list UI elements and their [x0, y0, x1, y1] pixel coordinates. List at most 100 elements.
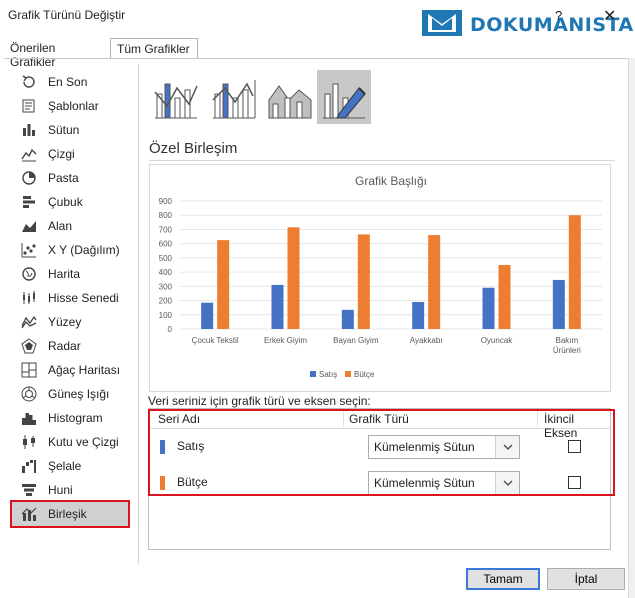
series-instruction: Veri seriniz için grafik türü ve eksen s…	[148, 394, 371, 408]
chevron-down-icon[interactable]	[495, 472, 519, 494]
stock-chart-icon	[20, 290, 38, 306]
bar-satis	[552, 279, 565, 329]
sidebar-item-line[interactable]: Çizgi	[12, 142, 128, 166]
x-tick-label: Bakım	[555, 336, 578, 345]
legend-swatch	[345, 371, 351, 377]
sidebar-item-stock[interactable]: Hisse Senedi	[12, 286, 128, 310]
bar-butce	[568, 215, 581, 329]
histogram-chart-icon	[20, 410, 38, 426]
sidebar-item-label: Huni	[48, 483, 73, 497]
sidebar-item-label: Çizgi	[48, 147, 75, 161]
sidebar-item-treemap[interactable]: Ağaç Haritası	[12, 358, 128, 382]
x-tick-label: Çocuk Tekstil	[192, 336, 239, 345]
sidebar-item-waterfall[interactable]: Şelale	[12, 454, 128, 478]
scatter-chart-icon	[20, 242, 38, 258]
legend-label: Satış	[319, 370, 337, 379]
sidebar-item-combo[interactable]: Birleşik	[10, 500, 130, 528]
series-grid: Seri Adı Grafik Türü İkincil Eksen Satış…	[148, 408, 611, 550]
secondary-axis-checkbox[interactable]	[568, 476, 581, 489]
sidebar-item-surface[interactable]: Yüzey	[12, 310, 128, 334]
sidebar-item-label: Pasta	[48, 171, 79, 185]
help-button[interactable]: ?	[555, 8, 562, 23]
secondary-axis-checkbox[interactable]	[568, 440, 581, 453]
sidebar-item-templates[interactable]: Şablonlar	[12, 94, 128, 118]
x-tick-label: Erkek Giyim	[264, 336, 307, 345]
bar-chart-icon	[20, 194, 38, 210]
y-tick-label: 400	[159, 268, 173, 277]
bar-satis	[412, 301, 425, 329]
sidebar-item-scatter[interactable]: X Y (Dağılım)	[12, 238, 128, 262]
series-row-satis: Satış Kümelenmiş Sütun	[149, 430, 610, 464]
series-name: Satış	[177, 439, 205, 453]
sidebar-item-box-whisker[interactable]: Kutu ve Çizgi	[12, 430, 128, 454]
sidebar-item-label: Sütun	[48, 123, 80, 137]
chart-type-dropdown[interactable]: Kümelenmiş Sütun	[368, 435, 520, 459]
sidebar-item-map[interactable]: Harita	[12, 262, 128, 286]
close-button[interactable]: ✕	[603, 6, 616, 26]
sidebar-item-label: Harita	[48, 267, 81, 281]
combo-type-clustered-column-line-secondary[interactable]	[207, 70, 261, 124]
area-chart-icon	[20, 218, 38, 234]
combo-type-custom[interactable]	[317, 70, 371, 124]
y-tick-label: 0	[168, 325, 173, 334]
tab-recommended-charts[interactable]: Önerilen Grafikler	[4, 38, 108, 69]
sidebar-item-radar[interactable]: Radar	[12, 334, 128, 358]
legend-label: Bütçe	[354, 370, 375, 379]
stacked-area-clustered-column-icon	[268, 85, 312, 119]
tab-all-charts[interactable]: Tüm Grafikler	[110, 38, 198, 58]
legend-swatch	[310, 371, 316, 377]
sidebar-item-label: Ağaç Haritası	[48, 363, 121, 377]
sidebar-item-label: Şablonlar	[48, 99, 99, 113]
cancel-button[interactable]: İptal	[547, 568, 625, 590]
y-tick-label: 700	[159, 225, 173, 234]
sidebar-item-pie[interactable]: Pasta	[12, 166, 128, 190]
sidebar-item-label: Radar	[48, 339, 81, 353]
y-tick-label: 200	[159, 297, 173, 306]
series-name: Bütçe	[177, 475, 208, 489]
bar-satis	[271, 284, 284, 329]
ok-button[interactable]: Tamam	[466, 568, 540, 590]
sidebar-item-funnel[interactable]: Huni	[12, 478, 128, 502]
x-tick-label: Ayakkabı	[410, 336, 443, 345]
chevron-down-icon[interactable]	[495, 436, 519, 458]
treemap-chart-icon	[20, 362, 38, 378]
sidebar-item-sunburst[interactable]: Güneş Işığı	[12, 382, 128, 406]
sidebar-item-area[interactable]: Alan	[12, 214, 128, 238]
sunburst-chart-icon	[20, 386, 38, 402]
tab-divider	[4, 58, 629, 59]
sidebar-item-histogram[interactable]: Histogram	[12, 406, 128, 430]
bar-butce	[428, 235, 441, 329]
column-chart-icon	[20, 122, 38, 138]
sidebar-item-label: Güneş Işığı	[48, 387, 110, 401]
sidebar-item-label: Kutu ve Çizgi	[48, 435, 119, 449]
series-color-swatch	[160, 476, 165, 490]
chart-title: Grafik Başlığı	[355, 174, 427, 188]
series-color-swatch	[160, 440, 165, 454]
sidebar-item-label: X Y (Dağılım)	[48, 243, 120, 257]
bar-satis	[341, 309, 354, 329]
header-separator	[537, 411, 538, 427]
waterfall-chart-icon	[20, 458, 38, 474]
bar-satis	[201, 302, 214, 329]
dialog-title: Grafik Türünü Değiştir	[8, 8, 126, 22]
map-chart-icon	[20, 266, 38, 282]
radar-chart-icon	[20, 338, 38, 354]
bar-butce	[287, 227, 300, 329]
combo-type-stacked-area-column[interactable]	[263, 70, 317, 124]
chart-type-dropdown[interactable]: Kümelenmiş Sütun	[368, 471, 520, 495]
sidebar-item-recent[interactable]: En Son	[12, 70, 128, 94]
funnel-chart-icon	[20, 482, 38, 498]
sidebar-item-label: Histogram	[48, 411, 103, 425]
y-tick-label: 500	[159, 254, 173, 263]
surface-chart-icon	[20, 314, 38, 330]
sidebar-item-label: En Son	[48, 75, 88, 89]
chart-svg: Grafik Başlığı 0 100 200 300 400 500 600 700 800 9…	[159, 174, 602, 379]
section-heading: Özel Birleşim	[149, 140, 238, 157]
combo-chart-icon	[20, 506, 38, 522]
pie-chart-icon	[20, 170, 38, 186]
sidebar-item-column[interactable]: Sütun	[12, 118, 128, 142]
combo-type-clustered-column-line[interactable]	[149, 70, 203, 124]
box-whisker-chart-icon	[20, 434, 38, 450]
title-bar: Grafik Türünü Değiştir DOKUMANISTAN ? ✕	[0, 0, 635, 36]
sidebar-item-bar[interactable]: Çubuk	[12, 190, 128, 214]
